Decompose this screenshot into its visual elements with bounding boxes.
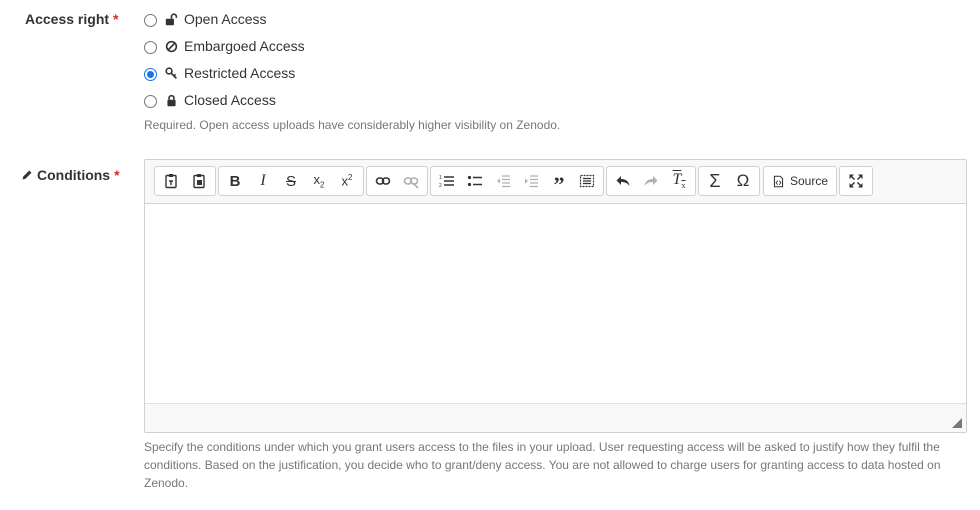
undo-button[interactable] [609, 169, 637, 193]
paste-word-button[interactable] [185, 169, 213, 193]
link-button[interactable] [369, 169, 397, 193]
conditions-label-text: Conditions [37, 167, 111, 183]
unlink-icon [403, 177, 419, 189]
links-group [366, 166, 428, 196]
source-group: Source [763, 166, 838, 196]
redo-icon [644, 176, 658, 186]
svg-text:2: 2 [439, 183, 442, 189]
access-right-help: Required. Open access uploads have consi… [144, 118, 561, 132]
editor-footer [145, 403, 966, 432]
radio-closed-access[interactable]: Closed Access [144, 90, 276, 110]
increase-indent-button[interactable] [517, 169, 545, 193]
increase-indent-icon [525, 175, 538, 188]
bulleted-list-button[interactable] [461, 169, 489, 193]
radio-label: Restricted Access [184, 65, 296, 81]
undo-group: Tx [606, 166, 696, 196]
undo-icon [616, 176, 630, 186]
radio-button-selected[interactable] [144, 67, 157, 81]
conditions-editor: B I S x2 x2 1 2 ” Tx Σ Ω Source [144, 159, 967, 433]
maximize-button[interactable] [842, 169, 870, 193]
basic-styles-group: B I S x2 x2 [218, 166, 364, 196]
omega-icon: Ω [736, 171, 750, 190]
sigma-icon: Σ [709, 170, 721, 191]
special-character-button[interactable]: Ω [729, 169, 757, 193]
blockquote-button[interactable]: ” [545, 169, 573, 197]
conditions-help: Specify the conditions under which you g… [144, 440, 941, 490]
link-icon [375, 177, 391, 185]
radio-open-access[interactable]: Open Access [144, 9, 267, 29]
numbered-list-icon: 1 2 [439, 175, 454, 189]
required-mark: * [113, 11, 119, 27]
redo-button[interactable] [637, 169, 665, 193]
strikethrough-icon: S [285, 172, 296, 190]
create-div-button[interactable] [573, 169, 601, 193]
source-label: Source [790, 174, 829, 188]
source-button[interactable]: Source [766, 169, 834, 193]
access-right-label: Access right * [25, 11, 119, 27]
remove-format-icon: Tx [672, 171, 686, 191]
bulleted-list-icon [467, 175, 482, 187]
unlock-icon [165, 12, 178, 25]
strikethrough-button[interactable]: S [277, 169, 305, 193]
source-icon [773, 175, 784, 187]
radio-embargoed-access[interactable]: Embargoed Access [144, 36, 305, 56]
conditions-label: Conditions * [21, 167, 120, 183]
remove-format-button[interactable]: Tx [665, 169, 693, 193]
italic-icon: I [260, 172, 266, 189]
decrease-indent-button[interactable] [489, 169, 517, 193]
paste-text-button[interactable] [157, 169, 185, 193]
editor-content-area[interactable] [145, 204, 966, 403]
radio-label: Embargoed Access [184, 38, 305, 54]
create-div-icon [579, 174, 595, 188]
clipboard-group [154, 166, 216, 196]
bold-icon: B [229, 172, 241, 190]
numbered-list-button[interactable]: 1 2 [433, 169, 461, 193]
superscript-button[interactable]: x2 [333, 169, 361, 193]
paste-word-icon [193, 174, 205, 189]
subscript-button[interactable]: x2 [305, 169, 333, 193]
paragraph-group: 1 2 ” [430, 166, 604, 196]
insert-group: Σ Ω [698, 166, 760, 196]
decrease-indent-icon [497, 175, 510, 188]
required-mark: * [114, 167, 120, 183]
radio-button[interactable] [144, 13, 157, 27]
radio-restricted-access[interactable]: Restricted Access [144, 63, 295, 83]
subscript-icon: x2 [313, 172, 325, 190]
key-icon [165, 66, 177, 79]
math-formula-button[interactable]: Σ [701, 169, 729, 193]
radio-button[interactable] [144, 40, 157, 54]
resize-handle-icon[interactable] [952, 418, 962, 428]
unlink-button[interactable] [397, 169, 425, 193]
svg-text:1: 1 [439, 175, 442, 181]
lock-icon [167, 94, 176, 106]
superscript-icon: x2 [341, 173, 353, 189]
tools-group [839, 166, 873, 196]
radio-label: Closed Access [184, 92, 276, 108]
maximize-icon [849, 174, 863, 188]
access-right-label-text: Access right [25, 11, 110, 27]
italic-button[interactable]: I [249, 169, 277, 193]
bold-button[interactable]: B [221, 169, 249, 193]
radio-label: Open Access [184, 11, 267, 27]
ban-icon [165, 40, 178, 52]
paste-text-icon [165, 174, 177, 189]
pencil-icon [22, 170, 32, 180]
radio-button[interactable] [144, 94, 157, 108]
blockquote-icon: ” [553, 172, 565, 197]
editor-toolbar: B I S x2 x2 1 2 ” Tx Σ Ω Source [145, 160, 966, 204]
